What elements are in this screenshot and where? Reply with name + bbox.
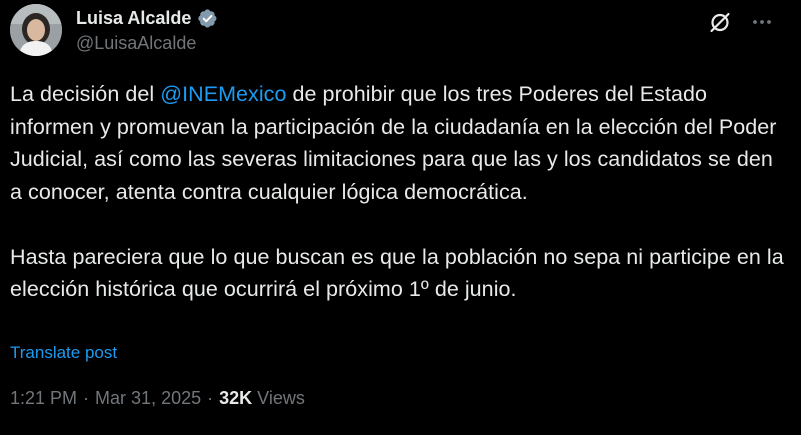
grok-slash-circle-icon [707,9,733,40]
meta-separator: · [83,388,90,408]
post-date[interactable]: Mar 31, 2025 [95,388,201,409]
translate-post-link[interactable]: Translate post [10,343,117,363]
meta-separator: · [207,388,214,408]
post-metadata: 1:21 PM · Mar 31, 2025 · 32K Views [10,388,305,409]
tweet-paragraph-1-prefix: La decisión del [10,82,161,106]
tweet-paragraph-2: Hasta pareciera que lo que buscan es que… [10,244,784,302]
grok-button[interactable] [704,8,736,40]
views-count[interactable]: 32K [219,388,252,409]
verified-badge-icon [197,8,218,29]
author-handle[interactable]: @LuisaAlcalde [76,33,196,54]
more-options-button[interactable] [746,8,778,40]
post-time[interactable]: 1:21 PM [10,388,77,409]
author-name-row[interactable]: Luisa Alcalde [76,5,218,31]
tweet-paragraph-1: La decisión del @INEMexico de prohibir q… [10,78,785,208]
tweet-text: La decisión del @INEMexico de prohibir q… [10,78,785,306]
more-horizontal-icon [751,11,773,38]
mention-link[interactable]: @INEMexico [160,82,286,106]
views-label: Views [257,388,305,408]
avatar[interactable] [10,4,62,56]
author-display-name[interactable]: Luisa Alcalde [76,8,191,29]
